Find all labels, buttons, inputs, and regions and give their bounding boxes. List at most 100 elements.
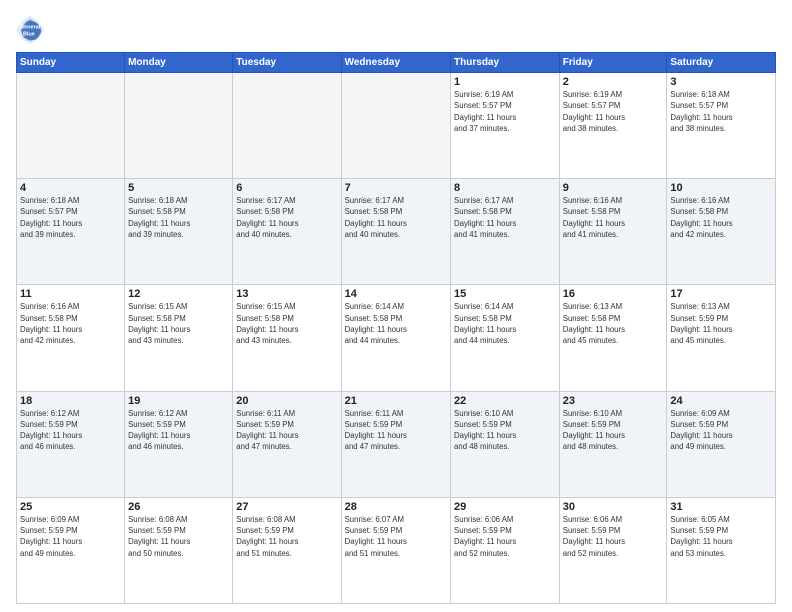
calendar-row: 4Sunrise: 6:18 AM Sunset: 5:57 PM Daylig…: [17, 179, 776, 285]
calendar-row: 25Sunrise: 6:09 AM Sunset: 5:59 PM Dayli…: [17, 497, 776, 603]
day-info: Sunrise: 6:15 AM Sunset: 5:58 PM Dayligh…: [128, 301, 229, 346]
day-number: 7: [345, 182, 447, 194]
weekday-header-thursday: Thursday: [451, 53, 560, 73]
day-info: Sunrise: 6:18 AM Sunset: 5:57 PM Dayligh…: [670, 89, 772, 134]
day-info: Sunrise: 6:17 AM Sunset: 5:58 PM Dayligh…: [236, 195, 337, 240]
day-info: Sunrise: 6:07 AM Sunset: 5:59 PM Dayligh…: [345, 514, 447, 559]
day-number: 22: [454, 395, 556, 407]
calendar: SundayMondayTuesdayWednesdayThursdayFrid…: [16, 52, 776, 604]
calendar-cell: 25Sunrise: 6:09 AM Sunset: 5:59 PM Dayli…: [17, 497, 125, 603]
day-info: Sunrise: 6:11 AM Sunset: 5:59 PM Dayligh…: [345, 408, 447, 453]
calendar-cell: 6Sunrise: 6:17 AM Sunset: 5:58 PM Daylig…: [233, 179, 341, 285]
weekday-header-monday: Monday: [125, 53, 233, 73]
day-info: Sunrise: 6:06 AM Sunset: 5:59 PM Dayligh…: [563, 514, 664, 559]
day-number: 12: [128, 288, 229, 300]
weekday-header-wednesday: Wednesday: [341, 53, 450, 73]
logo-icon: General Blue: [16, 16, 44, 44]
day-info: Sunrise: 6:16 AM Sunset: 5:58 PM Dayligh…: [20, 301, 121, 346]
day-number: 3: [670, 76, 772, 88]
calendar-cell: 23Sunrise: 6:10 AM Sunset: 5:59 PM Dayli…: [559, 391, 667, 497]
calendar-cell: 16Sunrise: 6:13 AM Sunset: 5:58 PM Dayli…: [559, 285, 667, 391]
calendar-cell: 19Sunrise: 6:12 AM Sunset: 5:59 PM Dayli…: [125, 391, 233, 497]
calendar-cell: [341, 73, 450, 179]
day-info: Sunrise: 6:08 AM Sunset: 5:59 PM Dayligh…: [236, 514, 337, 559]
header: General Blue: [16, 12, 776, 44]
day-number: 27: [236, 501, 337, 513]
day-info: Sunrise: 6:12 AM Sunset: 5:59 PM Dayligh…: [128, 408, 229, 453]
day-info: Sunrise: 6:17 AM Sunset: 5:58 PM Dayligh…: [345, 195, 447, 240]
day-number: 17: [670, 288, 772, 300]
calendar-cell: [125, 73, 233, 179]
day-info: Sunrise: 6:12 AM Sunset: 5:59 PM Dayligh…: [20, 408, 121, 453]
day-number: 15: [454, 288, 556, 300]
calendar-cell: 27Sunrise: 6:08 AM Sunset: 5:59 PM Dayli…: [233, 497, 341, 603]
calendar-cell: 2Sunrise: 6:19 AM Sunset: 5:57 PM Daylig…: [559, 73, 667, 179]
calendar-cell: 5Sunrise: 6:18 AM Sunset: 5:58 PM Daylig…: [125, 179, 233, 285]
day-info: Sunrise: 6:08 AM Sunset: 5:59 PM Dayligh…: [128, 514, 229, 559]
calendar-cell: 26Sunrise: 6:08 AM Sunset: 5:59 PM Dayli…: [125, 497, 233, 603]
day-info: Sunrise: 6:14 AM Sunset: 5:58 PM Dayligh…: [454, 301, 556, 346]
calendar-cell: 8Sunrise: 6:17 AM Sunset: 5:58 PM Daylig…: [451, 179, 560, 285]
calendar-cell: 30Sunrise: 6:06 AM Sunset: 5:59 PM Dayli…: [559, 497, 667, 603]
weekday-header-saturday: Saturday: [667, 53, 776, 73]
day-info: Sunrise: 6:13 AM Sunset: 5:58 PM Dayligh…: [563, 301, 664, 346]
calendar-cell: 28Sunrise: 6:07 AM Sunset: 5:59 PM Dayli…: [341, 497, 450, 603]
day-number: 26: [128, 501, 229, 513]
calendar-row: 1Sunrise: 6:19 AM Sunset: 5:57 PM Daylig…: [17, 73, 776, 179]
calendar-cell: 21Sunrise: 6:11 AM Sunset: 5:59 PM Dayli…: [341, 391, 450, 497]
calendar-row: 11Sunrise: 6:16 AM Sunset: 5:58 PM Dayli…: [17, 285, 776, 391]
weekday-header-friday: Friday: [559, 53, 667, 73]
day-number: 5: [128, 182, 229, 194]
day-number: 16: [563, 288, 664, 300]
calendar-cell: 22Sunrise: 6:10 AM Sunset: 5:59 PM Dayli…: [451, 391, 560, 497]
day-number: 1: [454, 76, 556, 88]
day-number: 29: [454, 501, 556, 513]
calendar-cell: 3Sunrise: 6:18 AM Sunset: 5:57 PM Daylig…: [667, 73, 776, 179]
calendar-cell: 31Sunrise: 6:05 AM Sunset: 5:59 PM Dayli…: [667, 497, 776, 603]
calendar-row: 18Sunrise: 6:12 AM Sunset: 5:59 PM Dayli…: [17, 391, 776, 497]
day-number: 25: [20, 501, 121, 513]
day-info: Sunrise: 6:09 AM Sunset: 5:59 PM Dayligh…: [20, 514, 121, 559]
day-info: Sunrise: 6:17 AM Sunset: 5:58 PM Dayligh…: [454, 195, 556, 240]
day-number: 20: [236, 395, 337, 407]
calendar-cell: 12Sunrise: 6:15 AM Sunset: 5:58 PM Dayli…: [125, 285, 233, 391]
day-number: 31: [670, 501, 772, 513]
calendar-cell: 7Sunrise: 6:17 AM Sunset: 5:58 PM Daylig…: [341, 179, 450, 285]
calendar-cell: 13Sunrise: 6:15 AM Sunset: 5:58 PM Dayli…: [233, 285, 341, 391]
day-number: 9: [563, 182, 664, 194]
calendar-cell: 17Sunrise: 6:13 AM Sunset: 5:59 PM Dayli…: [667, 285, 776, 391]
day-number: 28: [345, 501, 447, 513]
day-number: 30: [563, 501, 664, 513]
page: General Blue SundayMondayTuesdayWednesda…: [0, 0, 792, 612]
calendar-cell: 11Sunrise: 6:16 AM Sunset: 5:58 PM Dayli…: [17, 285, 125, 391]
day-number: 24: [670, 395, 772, 407]
day-info: Sunrise: 6:19 AM Sunset: 5:57 PM Dayligh…: [454, 89, 556, 134]
day-number: 21: [345, 395, 447, 407]
day-info: Sunrise: 6:10 AM Sunset: 5:59 PM Dayligh…: [454, 408, 556, 453]
calendar-cell: 9Sunrise: 6:16 AM Sunset: 5:58 PM Daylig…: [559, 179, 667, 285]
day-info: Sunrise: 6:11 AM Sunset: 5:59 PM Dayligh…: [236, 408, 337, 453]
day-number: 4: [20, 182, 121, 194]
calendar-cell: [17, 73, 125, 179]
calendar-cell: 10Sunrise: 6:16 AM Sunset: 5:58 PM Dayli…: [667, 179, 776, 285]
calendar-cell: 24Sunrise: 6:09 AM Sunset: 5:59 PM Dayli…: [667, 391, 776, 497]
day-info: Sunrise: 6:18 AM Sunset: 5:58 PM Dayligh…: [128, 195, 229, 240]
day-number: 19: [128, 395, 229, 407]
calendar-cell: 1Sunrise: 6:19 AM Sunset: 5:57 PM Daylig…: [451, 73, 560, 179]
day-number: 14: [345, 288, 447, 300]
weekday-header-sunday: Sunday: [17, 53, 125, 73]
day-info: Sunrise: 6:10 AM Sunset: 5:59 PM Dayligh…: [563, 408, 664, 453]
calendar-header-row: SundayMondayTuesdayWednesdayThursdayFrid…: [17, 53, 776, 73]
day-info: Sunrise: 6:14 AM Sunset: 5:58 PM Dayligh…: [345, 301, 447, 346]
day-number: 11: [20, 288, 121, 300]
day-number: 13: [236, 288, 337, 300]
calendar-cell: 15Sunrise: 6:14 AM Sunset: 5:58 PM Dayli…: [451, 285, 560, 391]
calendar-cell: 14Sunrise: 6:14 AM Sunset: 5:58 PM Dayli…: [341, 285, 450, 391]
day-info: Sunrise: 6:05 AM Sunset: 5:59 PM Dayligh…: [670, 514, 772, 559]
calendar-cell: 18Sunrise: 6:12 AM Sunset: 5:59 PM Dayli…: [17, 391, 125, 497]
calendar-cell: 20Sunrise: 6:11 AM Sunset: 5:59 PM Dayli…: [233, 391, 341, 497]
day-info: Sunrise: 6:09 AM Sunset: 5:59 PM Dayligh…: [670, 408, 772, 453]
day-info: Sunrise: 6:18 AM Sunset: 5:57 PM Dayligh…: [20, 195, 121, 240]
svg-text:General: General: [20, 24, 41, 30]
day-info: Sunrise: 6:16 AM Sunset: 5:58 PM Dayligh…: [563, 195, 664, 240]
